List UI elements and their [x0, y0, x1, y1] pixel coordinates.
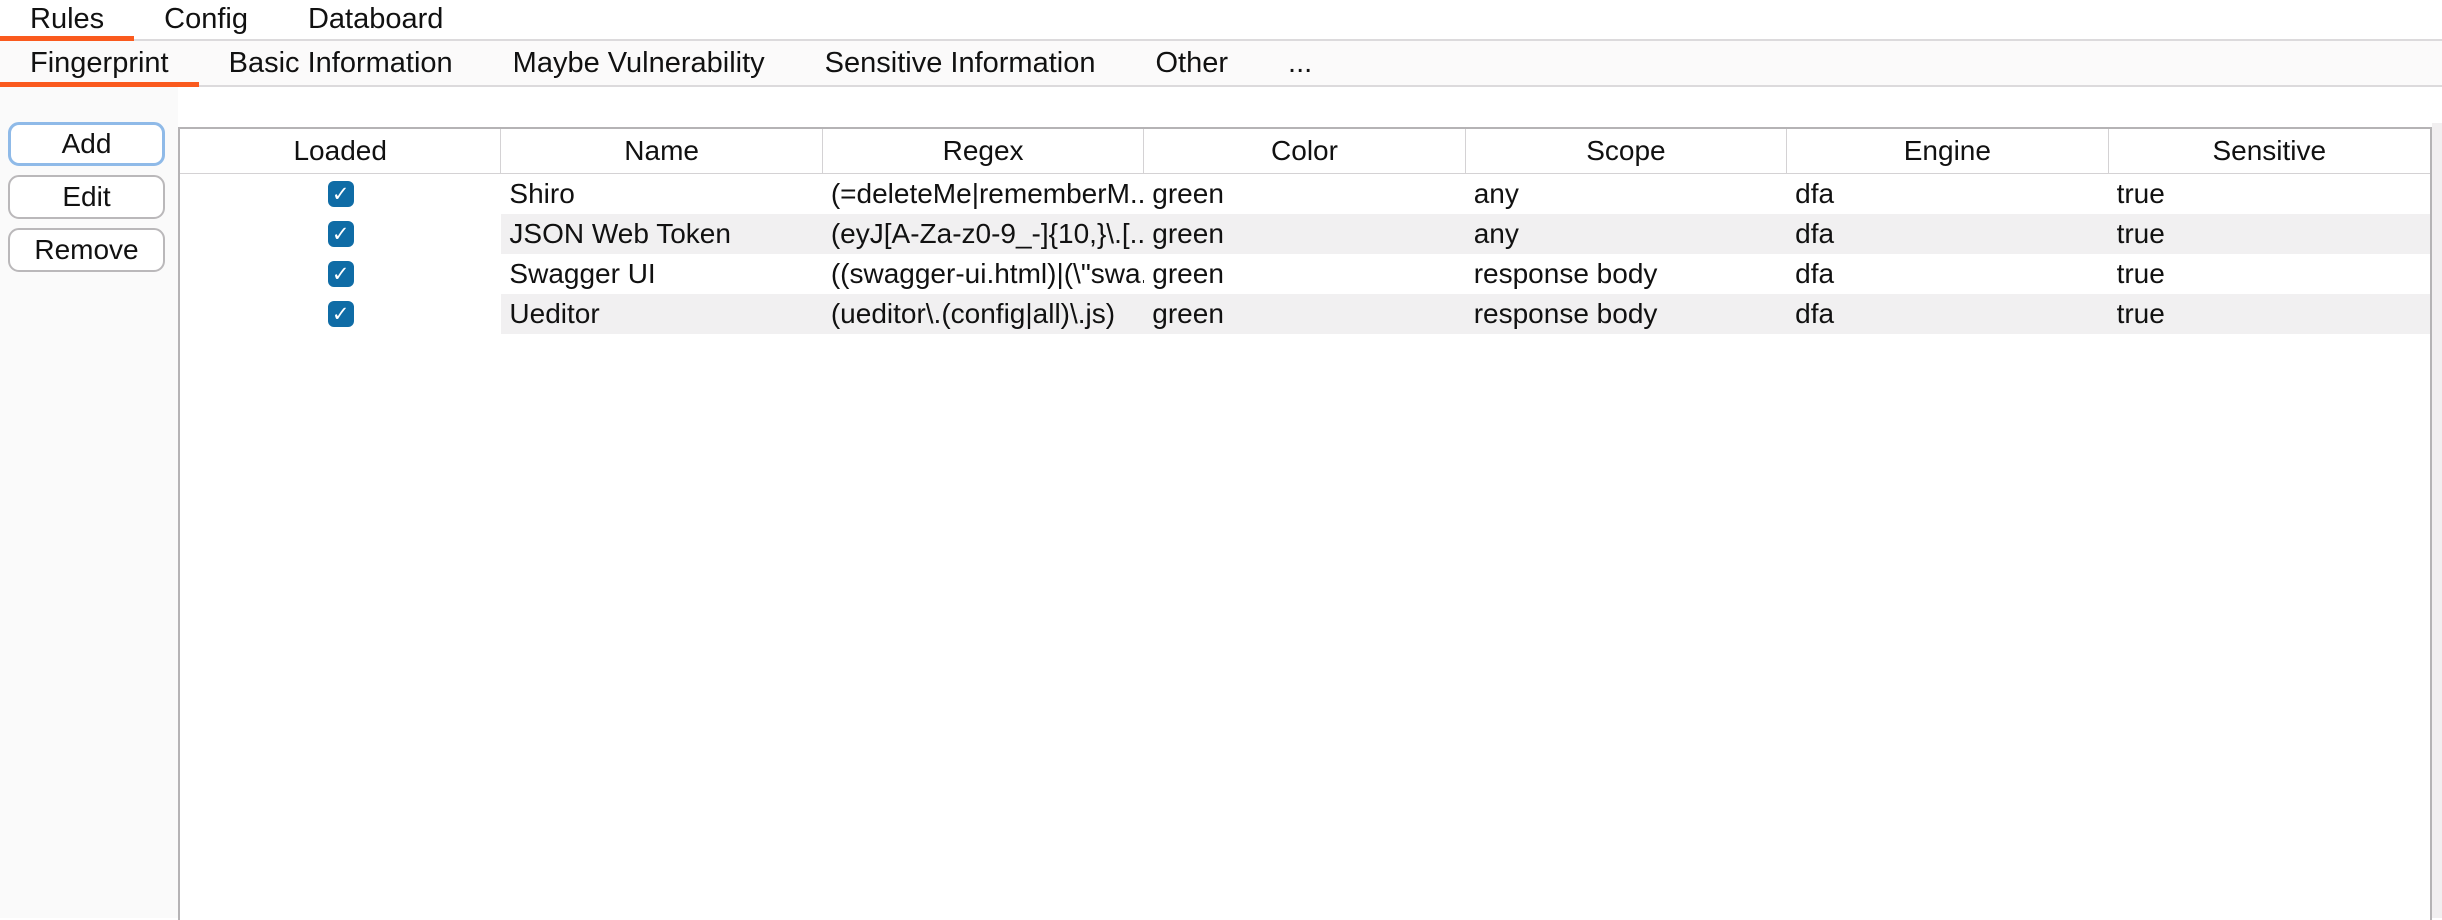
column-header-engine[interactable]: Engine	[1787, 129, 2108, 173]
remove-button[interactable]: Remove	[8, 228, 165, 272]
tab-sensitive-information-label: Sensitive Information	[825, 47, 1096, 80]
column-header-loaded[interactable]: Loaded	[180, 129, 501, 173]
cell-regex: (ueditor\.(config|all)\.js)	[823, 294, 1144, 334]
table-row[interactable]: JSON Web Token (eyJ[A-Za-z0-9_-]{10,}\.[…	[180, 214, 2430, 254]
loaded-checkbox[interactable]	[328, 301, 354, 327]
cell-color: green	[1144, 294, 1465, 334]
tab-maybe-vulnerability[interactable]: Maybe Vulnerability	[483, 41, 795, 85]
cell-scope: any	[1466, 174, 1787, 214]
cell-engine: dfa	[1787, 254, 2108, 294]
tab-basic-information[interactable]: Basic Information	[199, 41, 483, 85]
loaded-checkbox[interactable]	[328, 261, 354, 287]
cell-sensitive: true	[2109, 174, 2430, 214]
tab-overflow-label: ...	[1288, 47, 1312, 80]
cell-loaded	[180, 174, 501, 214]
tab-databoard[interactable]: Databoard	[278, 0, 473, 39]
cell-regex: ((swagger-ui.html)|(\"swa...	[823, 254, 1144, 294]
table-row[interactable]: Swagger UI ((swagger-ui.html)|(\"swa... …	[180, 254, 2430, 294]
tab-other[interactable]: Other	[1125, 41, 1258, 85]
cell-regex: (=deleteMe|rememberM...	[823, 174, 1144, 214]
cell-engine: dfa	[1787, 174, 2108, 214]
table-area: Loaded Name Regex Color Scope Engine Sen…	[178, 87, 2442, 918]
tab-sensitive-information[interactable]: Sensitive Information	[795, 41, 1126, 85]
column-header-name[interactable]: Name	[501, 129, 822, 173]
fingerprint-rules-table: Loaded Name Regex Color Scope Engine Sen…	[178, 127, 2432, 920]
tab-databoard-label: Databoard	[308, 3, 443, 36]
table-header-row: Loaded Name Regex Color Scope Engine Sen…	[180, 129, 2430, 174]
column-header-color[interactable]: Color	[1144, 129, 1465, 173]
cell-engine: dfa	[1787, 214, 2108, 254]
cell-engine: dfa	[1787, 294, 2108, 334]
secondary-tab-bar: Fingerprint Basic Information Maybe Vuln…	[0, 41, 2442, 87]
cell-color: green	[1144, 174, 1465, 214]
loaded-checkbox[interactable]	[328, 221, 354, 247]
tab-other-label: Other	[1155, 47, 1228, 80]
rules-fingerprint-panel: Add Edit Remove Loaded Name Regex Color …	[0, 87, 2442, 918]
cell-color: green	[1144, 214, 1465, 254]
tab-rules[interactable]: Rules	[0, 0, 134, 39]
loaded-checkbox[interactable]	[328, 181, 354, 207]
column-header-sensitive[interactable]: Sensitive	[2109, 129, 2430, 173]
edit-button[interactable]: Edit	[8, 175, 165, 219]
table-body: Shiro (=deleteMe|rememberM... green any …	[180, 174, 2430, 334]
tab-overflow[interactable]: ...	[1258, 41, 1342, 85]
cell-sensitive: true	[2109, 294, 2430, 334]
cell-scope: response body	[1466, 254, 1787, 294]
cell-color: green	[1144, 254, 1465, 294]
column-header-regex[interactable]: Regex	[823, 129, 1144, 173]
cell-sensitive: true	[2109, 254, 2430, 294]
tab-config-label: Config	[164, 3, 248, 36]
table-row[interactable]: Shiro (=deleteMe|rememberM... green any …	[180, 174, 2430, 214]
primary-tab-bar: Rules Config Databoard	[0, 0, 2442, 41]
cell-loaded	[180, 214, 501, 254]
cell-name: Ueditor	[501, 294, 822, 334]
cell-scope: response body	[1466, 294, 1787, 334]
table-row[interactable]: Ueditor (ueditor\.(config|all)\.js) gree…	[180, 294, 2430, 334]
sidebar: Add Edit Remove	[0, 87, 178, 918]
tab-basic-information-label: Basic Information	[229, 47, 453, 80]
cell-loaded	[180, 254, 501, 294]
cell-loaded	[180, 294, 501, 334]
cell-regex: (eyJ[A-Za-z0-9_-]{10,}\.[...	[823, 214, 1144, 254]
tab-fingerprint-label: Fingerprint	[30, 47, 169, 80]
right-edge-strip	[2432, 123, 2442, 918]
cell-scope: any	[1466, 214, 1787, 254]
cell-name: Shiro	[501, 174, 822, 214]
cell-name: Swagger UI	[501, 254, 822, 294]
add-button[interactable]: Add	[8, 122, 165, 166]
cell-sensitive: true	[2109, 214, 2430, 254]
tab-config[interactable]: Config	[134, 0, 278, 39]
column-header-scope[interactable]: Scope	[1466, 129, 1787, 173]
tab-fingerprint[interactable]: Fingerprint	[0, 41, 199, 85]
cell-name: JSON Web Token	[501, 214, 822, 254]
tab-maybe-vulnerability-label: Maybe Vulnerability	[513, 47, 765, 80]
tab-rules-label: Rules	[30, 3, 104, 36]
